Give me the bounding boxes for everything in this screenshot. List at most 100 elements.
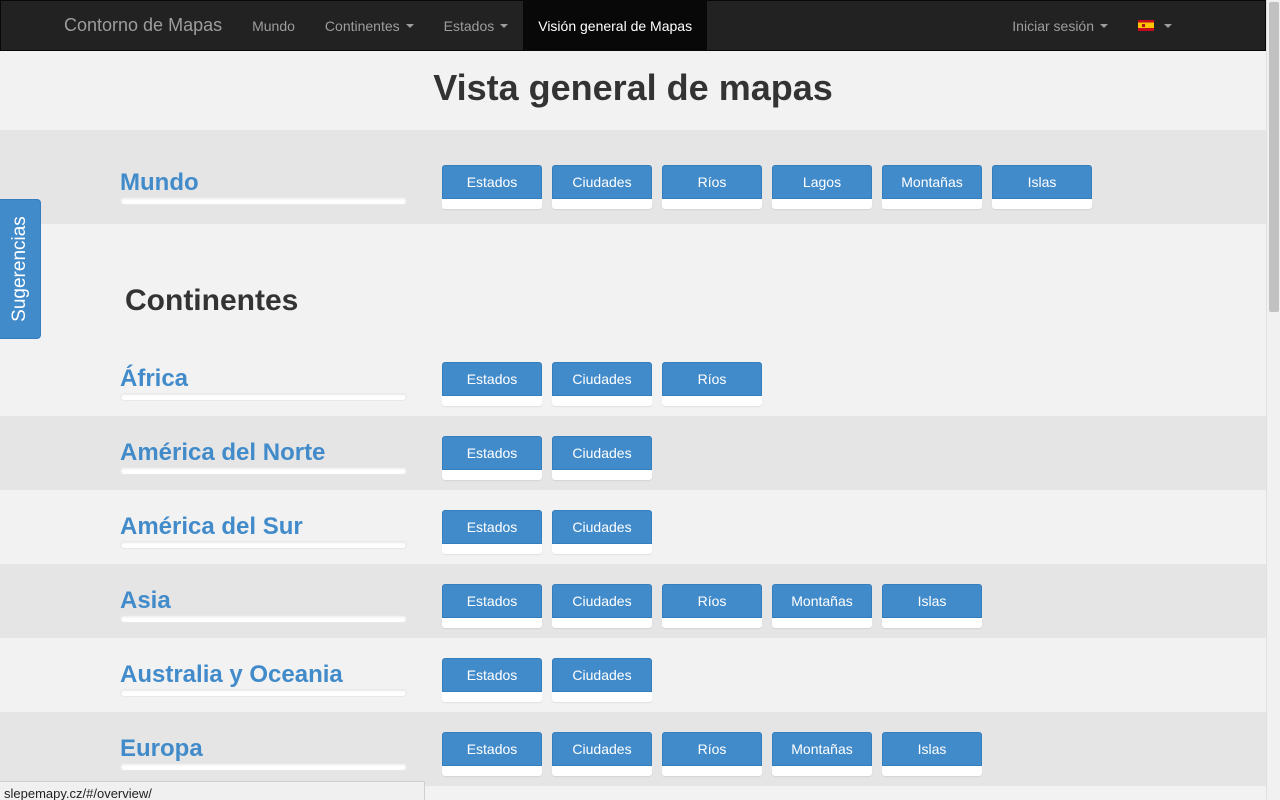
nav-overview[interactable]: Visión general de Mapas [523, 1, 708, 50]
map-button[interactable]: Estados [442, 658, 542, 692]
map-button[interactable]: Ciudades [552, 165, 652, 199]
continent-buttons: Estados Ciudades [442, 510, 652, 554]
progress-bar [772, 618, 872, 628]
map-button[interactable]: Estados [442, 436, 542, 470]
map-button-wrap: Estados [442, 584, 542, 628]
vertical-scrollbar[interactable] [1266, 0, 1280, 800]
continents-heading: Continentes [125, 284, 299, 317]
progress-bar [552, 544, 652, 554]
nav-left: Contorno de Mapas Mundo Continentes Esta… [49, 1, 708, 50]
continent-buttons: Estados Ciudades Ríos Montañas Islas [442, 732, 982, 776]
map-button-wrap: Lagos [772, 165, 872, 209]
progress-bar [772, 199, 872, 209]
progress-bar [882, 618, 982, 628]
map-name-continent[interactable]: América del Sur [120, 513, 303, 541]
map-button[interactable]: Ríos [662, 362, 762, 396]
map-button-wrap: Ciudades [552, 165, 652, 209]
map-name-continent[interactable]: Asia [120, 587, 171, 615]
progress-bar [120, 197, 407, 205]
map-button[interactable]: Montañas [882, 165, 982, 199]
progress-bar [120, 393, 407, 401]
progress-bar [662, 766, 762, 776]
map-button[interactable]: Estados [442, 732, 542, 766]
map-button[interactable]: Ciudades [552, 658, 652, 692]
map-button-wrap: Islas [882, 584, 982, 628]
nav-world[interactable]: Mundo [237, 1, 310, 50]
nav-states-dropdown[interactable]: Estados [429, 1, 524, 50]
login-label: Iniciar sesión [1012, 17, 1094, 34]
map-button-wrap: Ríos [662, 165, 762, 209]
map-button[interactable]: Islas [992, 165, 1092, 199]
map-button-wrap: Estados [442, 362, 542, 406]
language-dropdown[interactable] [1123, 1, 1187, 50]
map-button-wrap: Ríos [662, 732, 762, 776]
progress-bar [662, 396, 762, 406]
map-button[interactable]: Ríos [662, 584, 762, 618]
progress-bar [882, 766, 982, 776]
map-button-wrap: Ciudades [552, 436, 652, 480]
progress-bar [120, 541, 407, 549]
nav-continents-dropdown[interactable]: Continentes [310, 1, 429, 50]
nav-right: Iniciar sesión [997, 1, 1187, 50]
progress-bar [120, 467, 407, 475]
progress-bar [442, 766, 542, 776]
progress-bar [552, 766, 652, 776]
map-button[interactable]: Lagos [772, 165, 872, 199]
map-button[interactable]: Ciudades [552, 362, 652, 396]
map-name-world[interactable]: Mundo [120, 169, 199, 197]
map-button-wrap: Ciudades [552, 510, 652, 554]
progress-bar [120, 615, 407, 623]
progress-bar [552, 396, 652, 406]
continent-buttons: Estados Ciudades Ríos Montañas Islas [442, 584, 982, 628]
progress-bar [442, 618, 542, 628]
map-button-wrap: Ciudades [552, 584, 652, 628]
map-button-wrap: Estados [442, 658, 542, 702]
map-button[interactable]: Estados [442, 510, 542, 544]
map-name-continent[interactable]: Australia y Oceania [120, 661, 343, 689]
map-button[interactable]: Islas [882, 584, 982, 618]
caret-down-icon [1100, 23, 1108, 28]
map-name-continent[interactable]: América del Norte [120, 439, 325, 467]
progress-bar [552, 199, 652, 209]
nav-continents-label: Continentes [324, 17, 400, 34]
map-button-wrap: Montañas [772, 584, 872, 628]
map-button[interactable]: Ciudades [552, 510, 652, 544]
progress-bar [552, 470, 652, 480]
map-button[interactable]: Ciudades [552, 732, 652, 766]
map-button[interactable]: Ríos [662, 165, 762, 199]
brand-link[interactable]: Contorno de Mapas [49, 1, 237, 50]
continent-buttons: Estados Ciudades [442, 658, 652, 702]
scrollbar-thumb[interactable] [1269, 2, 1279, 312]
spain-flag-icon [1138, 20, 1154, 31]
progress-bar [442, 470, 542, 480]
map-button-wrap: Ríos [662, 584, 762, 628]
progress-bar [772, 766, 872, 776]
map-button-wrap: Ciudades [552, 362, 652, 406]
map-button[interactable]: Estados [442, 362, 542, 396]
progress-bar [992, 199, 1092, 209]
map-name-continent[interactable]: África [120, 365, 188, 393]
caret-down-icon [1164, 23, 1172, 28]
map-button-wrap: Montañas [772, 732, 872, 776]
feedback-tab-label: Sugerencias [9, 216, 30, 322]
map-button[interactable]: Islas [882, 732, 982, 766]
map-name-continent[interactable]: Europa [120, 735, 203, 763]
map-button[interactable]: Estados [442, 165, 542, 199]
map-button[interactable]: Montañas [772, 584, 872, 618]
map-button[interactable]: Ciudades [552, 436, 652, 470]
login-dropdown[interactable]: Iniciar sesión [997, 1, 1123, 50]
page-title: Vista general de mapas [433, 67, 833, 108]
feedback-tab[interactable]: Sugerencias [0, 199, 41, 339]
map-button[interactable]: Ciudades [552, 584, 652, 618]
map-button-wrap: Ríos [662, 362, 762, 406]
caret-down-icon [405, 23, 414, 28]
world-row: Mundo Estados Ciudades Ríos Lagos Montañ… [0, 130, 1266, 224]
progress-bar [662, 618, 762, 628]
continent-row: África Estados Ciudades Ríos [0, 342, 1266, 416]
continent-row: América del Norte Estados Ciudades [0, 416, 1266, 490]
map-button[interactable]: Ríos [662, 732, 762, 766]
map-button[interactable]: Montañas [772, 732, 872, 766]
progress-bar [552, 618, 652, 628]
map-button[interactable]: Estados [442, 584, 542, 618]
continent-row: América del Sur Estados Ciudades [0, 490, 1266, 564]
